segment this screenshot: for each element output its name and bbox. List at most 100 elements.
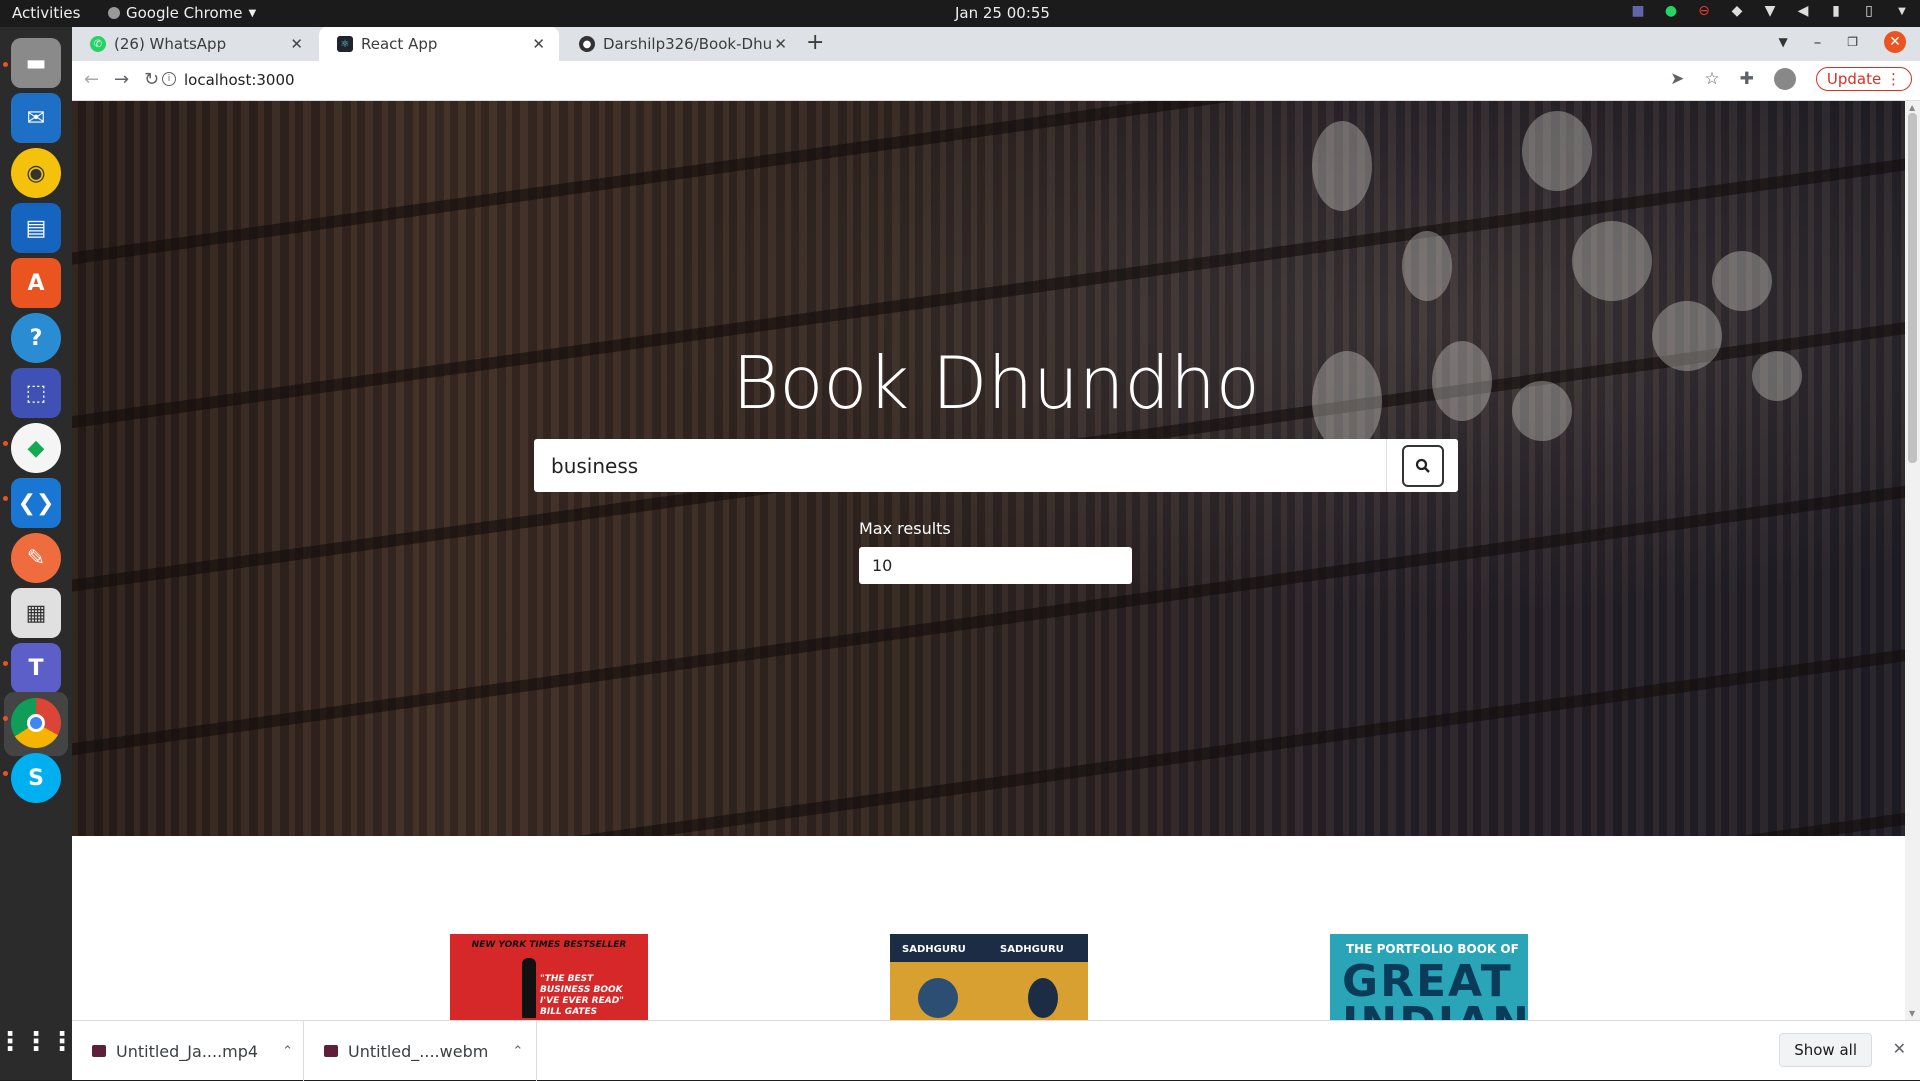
book-cover-art [918, 978, 958, 1018]
battery-icon[interactable]: ▯ [1861, 3, 1877, 19]
new-tab-button[interactable]: + [806, 30, 824, 55]
close-download-shelf-icon[interactable]: ✕ [1893, 1039, 1906, 1058]
screenshot-icon[interactable]: ⬚ [11, 368, 61, 418]
close-tab-icon[interactable]: ✕ [532, 35, 545, 53]
scrollbar-thumb[interactable] [1908, 113, 1917, 463]
update-label: Update [1826, 70, 1882, 88]
app-menu[interactable]: Google Chrome ▼ [108, 4, 256, 22]
max-results-label: Max results [859, 519, 951, 538]
do-not-disturb-icon[interactable]: ⊖ [1696, 3, 1712, 19]
page-viewport: Book Dhundho Max results NEW YORK TIMES … [72, 101, 1905, 1020]
page-scrollbar[interactable]: ▲ ▼ [1905, 101, 1920, 1020]
search-input[interactable] [534, 439, 1386, 492]
light-bulb [1402, 231, 1452, 301]
microphone-icon[interactable]: ▮ [1828, 3, 1844, 19]
close-tab-icon[interactable]: ✕ [290, 35, 303, 53]
skype-icon[interactable]: S [11, 753, 61, 803]
reload-button[interactable]: ↻ [144, 69, 159, 90]
document-viewer-icon[interactable]: ▦ [11, 588, 61, 638]
tab-title: React App [361, 35, 438, 53]
whatsapp-icon: ✆ [90, 36, 106, 52]
show-applications-icon[interactable]: ⋮⋮⋮ [0, 1017, 75, 1067]
scroll-down-icon[interactable]: ▼ [1909, 1009, 1915, 1018]
address-bar[interactable]: localhost:3000 [184, 71, 295, 89]
postman-icon[interactable]: ✎ [11, 533, 61, 583]
running-indicator [3, 441, 8, 446]
help-icon[interactable]: ? [11, 313, 61, 363]
profile-avatar[interactable] [1773, 68, 1796, 90]
tab-strip: ✆ (26) WhatsApp ✕ ⚛ React App ✕ ● Darshi… [72, 27, 1920, 61]
forward-button[interactable]: → [114, 69, 129, 90]
running-indicator [3, 716, 8, 721]
whatsapp-tray-icon[interactable]: ● [1663, 3, 1679, 19]
minimize-button[interactable]: – [1814, 33, 1822, 51]
window-controls: ▼ – ❐ ✕ [1779, 31, 1906, 53]
extensions-puzzle-icon[interactable]: ✚ [1740, 69, 1754, 89]
chrome-icon[interactable] [11, 698, 61, 748]
book-cover-title: INDIAN [1342, 998, 1528, 1020]
book-cover[interactable]: SADHGURU SADHGURU [890, 934, 1088, 1020]
mongodb-compass-icon[interactable]: ◆ [11, 423, 61, 473]
light-bulb [1572, 221, 1652, 301]
libreoffice-writer-icon[interactable]: ▤ [11, 203, 61, 253]
software-center-icon[interactable]: A [11, 258, 61, 308]
rhythmbox-icon[interactable]: ◉ [11, 148, 61, 198]
volume-icon[interactable]: ◀ [1795, 3, 1811, 19]
download-item[interactable]: Untitled_....webm ⌃ [304, 1021, 537, 1081]
files-icon[interactable]: ▬ [11, 38, 61, 88]
book-cover-figure [522, 958, 536, 1018]
chevron-up-icon[interactable]: ⌃ [512, 1044, 523, 1059]
dropbox-icon[interactable]: ◆ [1729, 3, 1745, 19]
close-tab-icon[interactable]: ✕ [774, 35, 787, 53]
scroll-up-icon[interactable]: ▲ [1909, 103, 1915, 112]
chevron-up-icon[interactable]: ⌃ [282, 1044, 293, 1059]
book-cover-text: SADHGURU [1000, 944, 1064, 955]
system-tray[interactable]: ■ ● ⊖ ◆ ▼ ◀ ▮ ▯ ▼ [1630, 3, 1910, 19]
download-filename: Untitled_Ja....mp4 [116, 1041, 259, 1061]
wifi-icon[interactable]: ▼ [1762, 3, 1778, 19]
running-indicator [3, 661, 8, 666]
send-to-device-icon[interactable]: ➤ [1670, 69, 1684, 89]
activities-button[interactable]: Activities [12, 4, 80, 22]
book-cover[interactable]: THE PORTFOLIO BOOK OF GREAT INDIAN [1330, 934, 1528, 1020]
book-cover-banner: SADHGURU SADHGURU [890, 934, 1088, 962]
vscode-icon[interactable]: ❮❯ [11, 478, 61, 528]
thunderbird-icon[interactable]: ✉ [11, 93, 61, 143]
teams-icon[interactable]: T [11, 643, 61, 693]
tab-react-app[interactable]: ⚛ React App ✕ [319, 27, 559, 61]
github-icon: ● [579, 36, 595, 52]
react-icon: ⚛ [337, 36, 353, 52]
teams-tray-icon[interactable]: ■ [1630, 3, 1646, 19]
search-icon [1415, 458, 1430, 473]
dock: ▬ ✉ ◉ ▤ A ? ⬚ ◆ ❮❯ ✎ ▦ T S ⋮⋮⋮ [0, 27, 75, 1080]
close-window-button[interactable]: ✕ [1884, 31, 1906, 53]
site-info-icon[interactable]: i [162, 72, 176, 86]
light-bulb [1522, 111, 1592, 191]
search-button-frame [1401, 444, 1444, 487]
clock[interactable]: Jan 25 00:55 [955, 4, 1050, 22]
bookmark-star-icon[interactable]: ☆ [1704, 69, 1719, 89]
book-cover-text: SADHGURU [902, 944, 966, 955]
back-button[interactable]: ← [84, 69, 99, 90]
system-menu-caret-icon[interactable]: ▼ [1894, 3, 1910, 19]
download-item[interactable]: Untitled_Ja....mp4 ⌃ [72, 1021, 304, 1081]
book-cover-text: THE PORTFOLIO BOOK OF [1346, 942, 1519, 956]
max-results-input[interactable] [859, 547, 1132, 584]
book-cover-art [1028, 978, 1058, 1018]
chrome-small-icon [108, 7, 120, 19]
restore-button[interactable]: ❐ [1847, 35, 1858, 49]
tab-github[interactable]: ● Darshilp326/Book-Dhund ✕ [561, 27, 801, 61]
show-all-downloads-button[interactable]: Show all [1779, 1033, 1872, 1067]
running-indicator [3, 496, 8, 501]
book-cover[interactable]: NEW YORK TIMES BESTSELLER "THE BEST BUSI… [450, 934, 648, 1020]
tab-whatsapp[interactable]: ✆ (26) WhatsApp ✕ [72, 27, 317, 61]
light-bulb [1312, 121, 1372, 211]
app-menu-label: Google Chrome [126, 4, 243, 22]
update-button[interactable]: Update ⋮ [1815, 67, 1912, 91]
running-indicator [3, 771, 8, 776]
tab-search-icon[interactable]: ▼ [1779, 35, 1788, 49]
tab-title: (26) WhatsApp [114, 35, 227, 53]
download-shelf: Untitled_Ja....mp4 ⌃ Untitled_....webm ⌃… [72, 1020, 1920, 1081]
video-file-icon [324, 1045, 338, 1057]
search-button[interactable] [1386, 439, 1458, 492]
